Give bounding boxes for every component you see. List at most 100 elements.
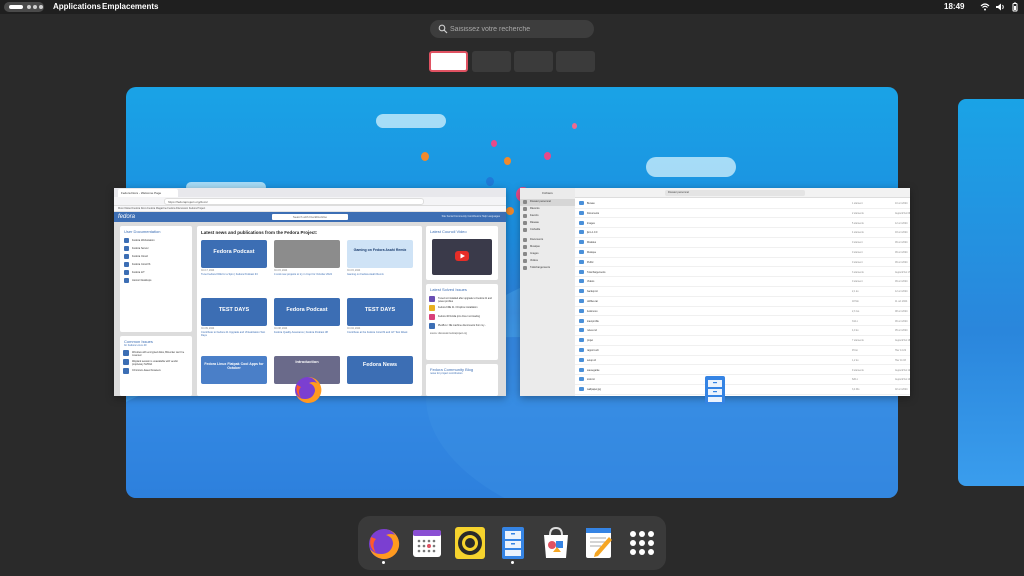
doc-link[interactable]: Fedora Server [120,245,192,253]
issue-link[interactable]: Windows with encrypted disks, BitLocker … [120,349,192,358]
issue-link[interactable]: Wayland session is unavailable with vend… [120,358,192,367]
path-bar[interactable]: Dossier personnel [665,190,805,196]
tab-bar: Fedora Docs - Welcome Page [114,188,506,197]
file-row[interactable]: wallpaper.jpg 3,4 Mo 02 oct 2024 [575,385,910,395]
file-row[interactable]: notes.md 4,0 ko 05 oct 2024 [575,326,910,336]
battery-icon[interactable] [1010,2,1020,12]
doc-link[interactable]: Fedora Workstation [120,237,192,245]
sidebar-item-trash[interactable]: Corbeille [520,227,575,234]
doc-link[interactable]: Atomic Desktops [120,277,192,285]
doc-link[interactable]: Fedora Cloud [120,253,192,261]
user-avatar-icon [429,323,435,329]
video-thumbnail[interactable] [432,239,492,275]
navigation-toolbar: https://fedoraproject.org/docs/ [114,197,506,206]
file-row[interactable]: Images 5 éléments 12 oct 2024 [575,219,910,229]
file-row[interactable]: Téléchargements 3 éléments Aujourd'hui 17:… [575,268,910,278]
file-size: 0 élément [852,280,863,284]
file-date: 06 oct 2024 [895,319,908,323]
wallpaper-balloon [544,152,551,160]
file-row[interactable]: backup.txt 2,1 ko 12 oct 2024 [575,287,910,297]
app-grid-icon[interactable] [622,523,662,563]
software-icon[interactable] [536,523,576,563]
fedora-logo[interactable]: fedora [118,214,135,220]
page-body: User Documentation Fedora Workstation Fe… [114,222,506,396]
file-row[interactable]: Documents 2 éléments Aujourd'hui 09:12 [575,209,910,219]
calendar-icon[interactable] [407,523,447,563]
file-row[interactable]: fedora.iso 2,3 Go 08 oct 2024 [575,307,910,317]
browser-tab[interactable]: Fedora Docs - Welcome Page [118,189,178,197]
file-row[interactable]: sauvegarde 9 éléments Aujourd'hui 12:31 [575,366,910,376]
places-menu[interactable]: Emplacements [102,2,158,11]
files-icon[interactable] [493,523,533,563]
workspace-thumbnail-2[interactable] [472,51,511,72]
sidebar-item-home[interactable]: Dossier personnel [520,199,575,206]
news-caption[interactable]: 4 cool new projects to try in Copr for O… [274,273,340,276]
sidebar-item-downloads[interactable]: Téléchargements [520,265,575,272]
search-entry[interactable] [430,20,594,38]
activities-button[interactable] [4,2,44,12]
news-card[interactable]: Gaming on Fedora Asahi Remix Oct 15, 202… [347,240,413,276]
text-editor-icon[interactable] [579,523,619,563]
news-card[interactable]: Fedora Podcast Oct 08, 2024 Fedora Quali… [274,298,340,334]
file-row[interactable]: dotfiles.tar 18 Mo 11 oct 2024 [575,297,910,307]
applications-menu[interactable]: Applications [53,2,101,11]
firefox-window-preview[interactable]: Fedora Docs - Welcome Page https://fedor… [114,188,506,396]
file-size: 7 éléments [852,339,864,343]
file-row[interactable]: load-profile 312 o 06 oct 2024 [575,317,910,327]
firefox-icon[interactable] [364,523,404,563]
site-nav[interactable]: Site Social Community Contributors Help … [442,215,500,218]
news-caption[interactable]: Fedora Quality Assurance | Fedora Podcas… [274,331,340,334]
files-window-preview[interactable]: Fichiers Dossier personnel Récents Favor… [520,188,910,396]
file-row[interactable]: Modèles 0 élément 09 oct 2024 [575,238,910,248]
workspace-thumbnail-3[interactable] [514,51,553,72]
sidebar-item-documents[interactable]: Documents [520,237,575,244]
file-row[interactable]: Vidéos 0 élément 09 oct 2024 [575,277,910,287]
file-row[interactable]: Bureau 1 élément 10 oct 2024 [575,199,910,209]
news-card[interactable]: Oct 15, 2024 4 cool new projects to try … [274,240,340,276]
solved-issue[interactable]: PlexBox / NE machine disconnects from my… [426,322,498,331]
doc-link[interactable]: Fedora IoT [120,269,192,277]
common-issues-panel: Common Issues for Fedora Linux 40 Window… [120,336,192,396]
file-row[interactable]: rapport.odt 45 ko Hier 14:22 [575,346,910,356]
solved-source[interactable]: source: discussion.fedoraproject.org [426,331,498,337]
news-card[interactable]: Fedora News [347,356,413,384]
file-size: 3,4 Mo [852,388,860,392]
file-row[interactable]: setup.sh 1,2 ko Hier 11:03 [575,356,910,366]
file-row[interactable]: Musique 0 élément 09 oct 2024 [575,248,910,258]
volume-icon[interactable] [995,2,1005,12]
file-row[interactable]: projet 7 éléments Aujourd'hui 16:40 [575,336,910,346]
news-caption[interactable]: Contribute at the Fedora CoreOS and IoT … [347,331,413,334]
news-caption[interactable]: Gaming on Fedora Asahi Remix [347,273,413,276]
workspace-thumbnail-4[interactable] [556,51,595,72]
solved-issue[interactable]: Fedora 40 Nvidia rpm driver not loading [426,313,498,322]
news-card[interactable]: TEST DAYS Oct 04, 2024 Contribute at the… [347,298,413,334]
url-bar[interactable]: https://fedoraproject.org/docs/ [164,198,424,205]
file-row[interactable]: jlsm-1.0.0 4 éléments 03 oct 2024 [575,228,910,238]
file-row[interactable]: todo.txt 620 o Aujourd'hui 10:15 [575,375,910,385]
doc-link[interactable]: Fedora CoreOS [120,261,192,269]
news-caption[interactable]: Tune Fedora KDE for a Spin | Fedora Podc… [201,273,267,276]
solved-issue[interactable]: Fedora KDE 41 / Dropbox installation [426,304,498,313]
next-workspace-preview[interactable] [958,99,1024,486]
news-card[interactable]: TEST DAYS Oct 09, 2024 Contribute to Fed… [201,298,267,337]
search-input[interactable] [450,22,590,36]
news-card[interactable]: Fedora Linux Flatpak Cool Apps for Octob… [201,356,267,384]
site-search[interactable]: Search with DuckDuckGo [272,214,348,220]
sidebar-item-pictures[interactable]: Images [520,251,575,258]
file-row[interactable]: Public 0 élément 09 oct 2024 [575,258,910,268]
news-card[interactable]: Fedora Podcast Oct 17, 2024 Tune Fedora … [201,240,267,276]
clock[interactable]: 18:49 [944,2,964,11]
rhythmbox-icon[interactable] [450,523,490,563]
sidebar-item-recent[interactable]: Récents [520,206,575,213]
solved-issue-text: Tuned not installed after upgrade to Fed… [438,297,492,303]
solved-issue[interactable]: Tuned not installed after upgrade to Fed… [426,295,498,304]
sidebar-item-starred[interactable]: Favoris [520,213,575,220]
sidebar-item-videos[interactable]: Vidéos [520,258,575,265]
sidebar-item-music[interactable]: Musique [520,244,575,251]
news-caption[interactable]: Contribute to Fedora 41 Upgrade and Virt… [201,331,267,337]
file-date: 09 oct 2024 [895,280,908,284]
network-icon[interactable] [980,2,990,12]
sidebar-item-network[interactable]: Réseau [520,220,575,227]
issue-link[interactable]: Chromium-based browsers [120,367,192,376]
workspace-thumbnail-1[interactable] [429,51,468,72]
